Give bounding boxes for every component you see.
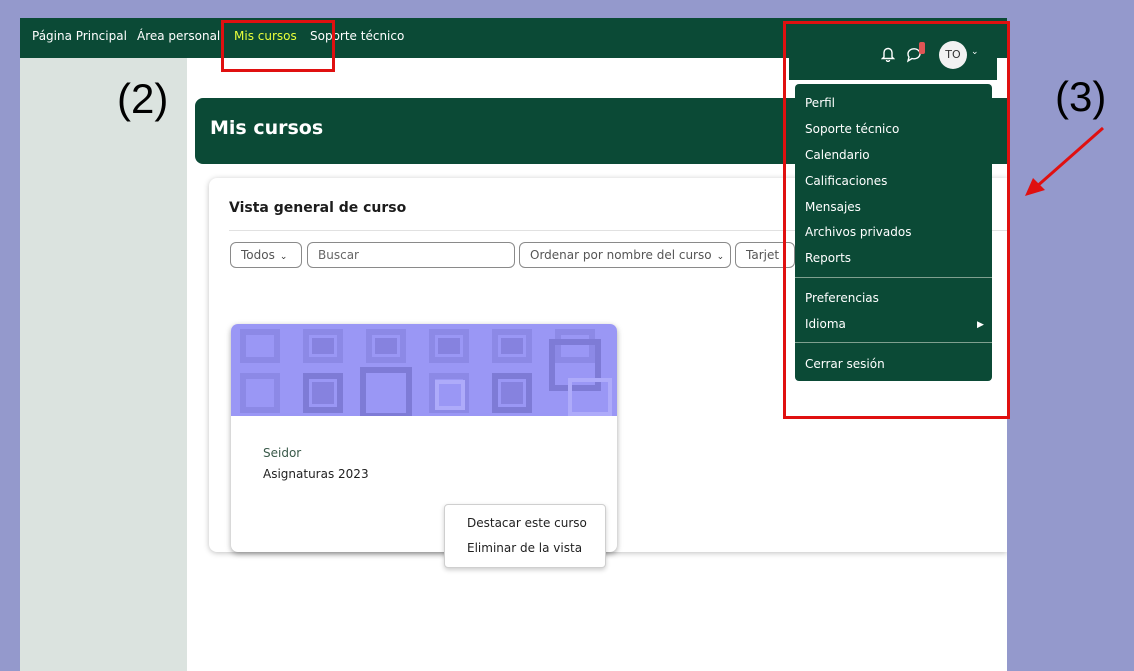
menu-item-star-course[interactable]: Destacar este curso — [467, 516, 587, 530]
annotation-label-3: (3) — [1055, 73, 1107, 120]
filter-dropdown[interactable]: Todos ⌄ — [230, 242, 302, 268]
course-name[interactable]: Asignaturas 2023 — [263, 467, 369, 481]
search-placeholder: Buscar — [318, 248, 359, 262]
course-context-menu: Destacar este curso Eliminar de la vista — [444, 504, 606, 568]
annotation-box-2 — [221, 20, 335, 72]
view-label: Tarjet — [746, 248, 780, 262]
course-category: Seidor — [263, 446, 302, 460]
search-input[interactable]: Buscar — [307, 242, 515, 268]
menu-item-remove-from-view[interactable]: Eliminar de la vista — [467, 541, 582, 555]
block-title: Vista general de curso — [229, 200, 407, 216]
annotation-box-3 — [783, 21, 1010, 419]
left-drawer — [20, 58, 187, 671]
course-card-image[interactable] — [231, 324, 617, 416]
nav-link-home[interactable]: Página Principal — [32, 29, 127, 43]
page-title: Mis cursos — [210, 117, 324, 139]
nav-link-dashboard[interactable]: Área personal — [137, 29, 220, 43]
annotation-label-2: (2) — [117, 75, 169, 122]
filter-label: Todos — [241, 248, 275, 262]
annotation-arrow — [1025, 126, 1104, 196]
sort-dropdown[interactable]: Ordenar por nombre del curso ⌄ — [519, 242, 731, 268]
chevron-down-icon: ⌄ — [279, 252, 288, 262]
sort-label: Ordenar por nombre del curso — [530, 248, 712, 262]
chevron-down-icon: ⌄ — [716, 252, 725, 262]
